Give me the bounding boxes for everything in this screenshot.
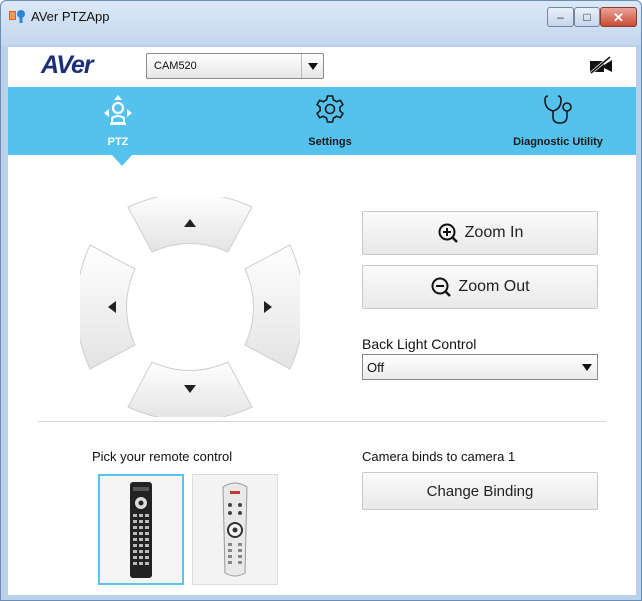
window-bottom-border	[8, 595, 636, 600]
chevron-down-icon	[301, 54, 323, 78]
camera-select[interactable]: CAM520	[146, 53, 324, 79]
tab-diagnostic-utility[interactable]: Diagnostic Utility	[503, 87, 613, 155]
close-button[interactable]: ✕	[600, 7, 637, 27]
pan-left-button[interactable]	[80, 244, 136, 370]
aver-logo: AVer	[41, 51, 94, 79]
zoom-out-label: Zoom Out	[458, 278, 530, 295]
tab-settings-label: Settings	[308, 136, 352, 148]
tab-ptz[interactable]: PTZ	[88, 87, 148, 155]
maximize-icon: □	[583, 10, 591, 24]
maximize-button[interactable]: □	[574, 7, 600, 27]
pan-right-button[interactable]	[244, 244, 300, 370]
minimize-icon: –	[557, 10, 564, 24]
ptz-icon	[104, 95, 132, 125]
camera-off-icon[interactable]	[588, 56, 614, 74]
ptz-direction-pad	[80, 197, 300, 417]
nav-bar: PTZ Settings Diagnostic Utility	[8, 87, 636, 155]
section-divider	[38, 421, 606, 422]
remote-control-icon	[130, 482, 152, 578]
change-binding-button[interactable]: Change Binding	[362, 472, 598, 510]
header-bar: AVer CAM520	[8, 47, 636, 83]
remote-option-1[interactable]	[98, 474, 184, 585]
title-bar[interactable]: AVer PTZApp – □ ✕	[1, 1, 641, 45]
remote-option-2[interactable]	[192, 474, 278, 585]
back-light-value: Off	[367, 360, 385, 375]
zoom-out-icon	[431, 277, 452, 297]
tab-diagnostic-utility-label: Diagnostic Utility	[513, 136, 603, 148]
zoom-in-label: Zoom In	[464, 224, 524, 241]
change-binding-label: Change Binding	[426, 482, 534, 500]
dpad-graphic	[80, 197, 300, 417]
stethoscope-icon	[544, 95, 572, 124]
back-light-label: Back Light Control	[362, 336, 477, 352]
zoom-in-button[interactable]: Zoom In	[362, 211, 598, 255]
chevron-down-icon	[577, 355, 597, 379]
remote-picker-label: Pick your remote control	[92, 449, 233, 464]
app-icon	[9, 10, 25, 23]
tab-settings[interactable]: Settings	[290, 87, 370, 155]
minimize-button[interactable]: –	[547, 7, 574, 27]
close-icon: ✕	[613, 9, 624, 25]
remote-control-icon	[222, 482, 248, 577]
back-light-select[interactable]: Off	[362, 354, 598, 380]
client-area: AVer CAM520 PTZ Settings Diagnostic Util…	[8, 47, 636, 600]
gear-icon	[316, 95, 344, 123]
zoom-out-button[interactable]: Zoom Out	[362, 265, 598, 309]
tab-ptz-label: PTZ	[107, 136, 129, 148]
zoom-in-icon	[438, 223, 458, 243]
active-tab-pointer	[112, 155, 132, 166]
camera-binding-label: Camera binds to camera 1	[362, 449, 516, 464]
app-window: AVer PTZApp – □ ✕ AVer CAM520 PTZ Settin…	[0, 0, 642, 601]
camera-select-value: CAM520	[154, 60, 197, 72]
window-title: AVer PTZApp	[31, 9, 110, 24]
